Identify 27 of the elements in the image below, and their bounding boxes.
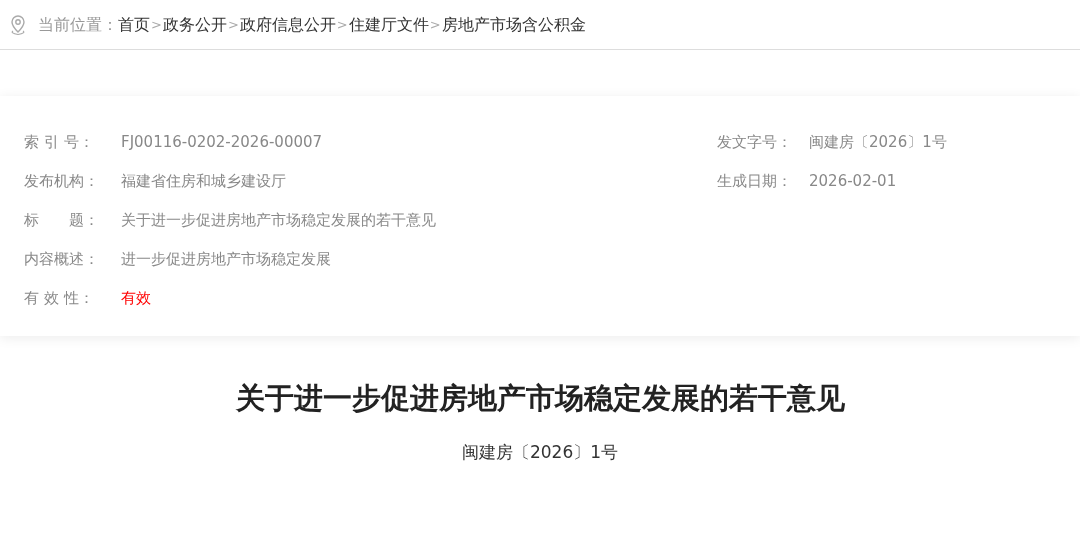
article-title: 关于进一步促进房地产市场稳定发展的若干意见	[235, 380, 845, 417]
breadcrumb-link[interactable]: 首页	[118, 12, 150, 37]
breadcrumb-link[interactable]: 政务公开	[162, 12, 227, 37]
field-label: 索 引 号：	[24, 132, 95, 154]
location-pin-icon	[8, 13, 28, 36]
status-value: 有效	[121, 288, 151, 310]
field-label: 生成日期：	[717, 171, 793, 193]
field-value: 关于进一步促进房地产市场稳定发展的若干意见	[121, 210, 436, 232]
breadcrumb-separator: >	[151, 15, 162, 34]
field-value: 进一步促进房地产市场稳定发展	[121, 249, 331, 271]
breadcrumb-link[interactable]: 住建厅文件	[348, 12, 429, 37]
breadcrumb-link[interactable]: 政府信息公开	[239, 12, 336, 37]
field-value: 闽建房〔2026〕1号	[809, 132, 947, 154]
field-value: 福建省住房和城乡建设厅	[121, 171, 286, 193]
field-label: 标 题：	[24, 210, 100, 232]
breadcrumb-link[interactable]: 房地产市场含公积金	[441, 12, 586, 37]
field-value: 2026-02-01	[809, 171, 897, 193]
field-label: 发文字号：	[717, 132, 793, 154]
breadcrumb-separator: >	[429, 15, 441, 34]
breadcrumb-separator: >	[336, 15, 348, 34]
field-label: 发布机构：	[24, 171, 100, 193]
field-value: FJ00116-0202-2026-00007	[121, 132, 323, 154]
breadcrumb-separator: >	[227, 15, 239, 34]
field-label: 内容概述：	[24, 249, 100, 271]
breadcrumb-label: 当前位置：	[38, 13, 118, 36]
field-label: 有 效 性：	[24, 288, 95, 310]
document-number: 闽建房〔2026〕1号	[461, 441, 619, 464]
